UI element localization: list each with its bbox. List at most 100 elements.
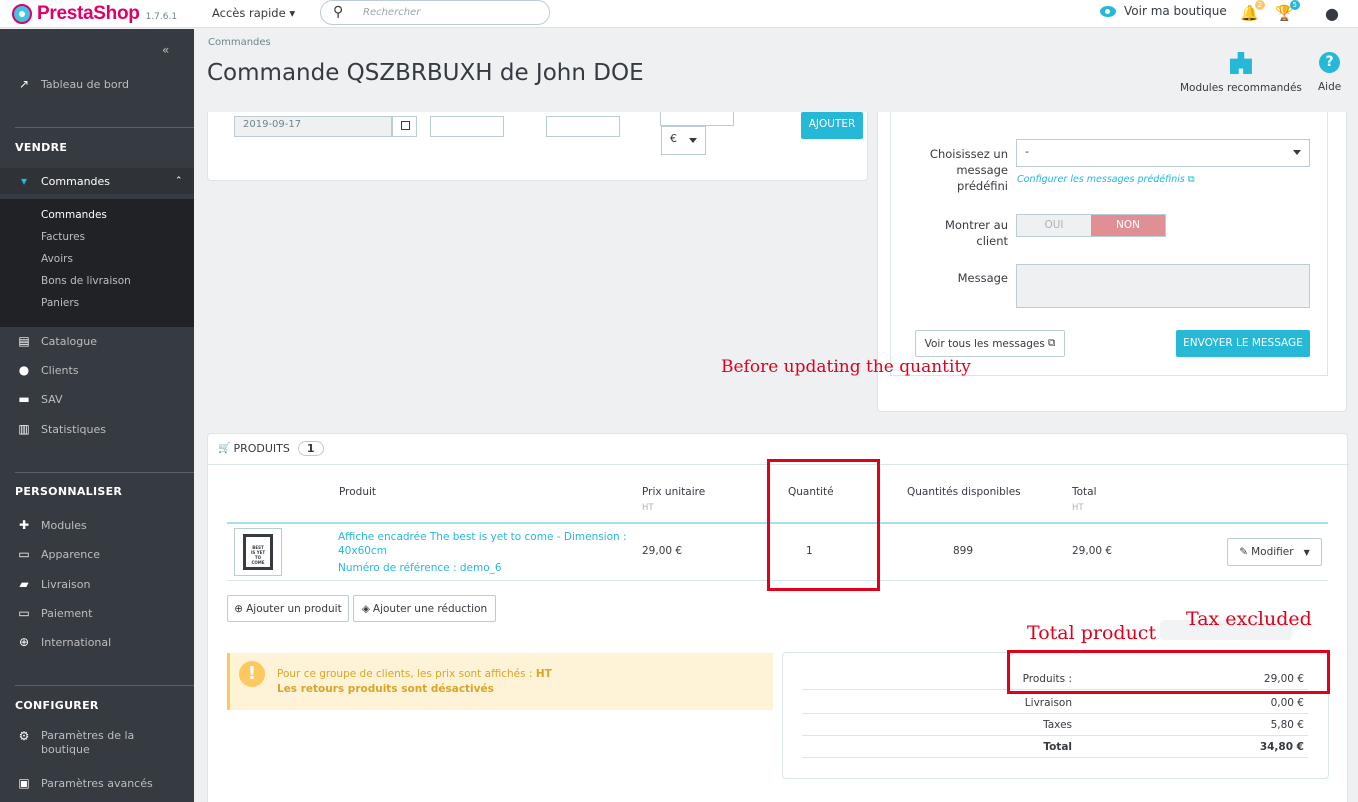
breadcrumb[interactable]: Commandes [208, 37, 271, 48]
view-all-messages-button[interactable]: Voir tous les messages ⧉ [915, 330, 1065, 357]
prestashop-logo[interactable]: PrestaShop 1.7.6.1 [12, 3, 177, 25]
show-client-label: Montrer au client [944, 218, 1008, 248]
sidebar-item-customers[interactable]: ● Clients [0, 357, 194, 383]
sidebar-item-orders[interactable]: ▾ Commandes ⌃ [0, 168, 194, 194]
link-label: Configurer les messages prédéfinis [1017, 174, 1185, 185]
heading-label: PRODUITS [233, 442, 290, 455]
recommended-modules-button[interactable]: Modules recommandés [1180, 52, 1302, 94]
info-alert: ! Pour ce groupe de clients, les prix so… [227, 653, 773, 710]
sub-item-carts[interactable]: Paniers [41, 297, 79, 309]
annotation-total-product: Total product : [1027, 622, 1169, 644]
sidebar-item-shop-params[interactable]: ⚙ Paramètres de la boutique [0, 729, 194, 763]
button-label: Ajouter un produit [246, 602, 342, 615]
toggle-no[interactable]: NON [1091, 215, 1165, 236]
configure-messages-link[interactable]: Configurer les messages prédéfinis ⧉ [1017, 174, 1195, 185]
payment-date-input[interactable]: 2019-09-17 [234, 116, 392, 137]
annotation-before: Before updating the quantity [721, 357, 971, 377]
sub-item-delivery-slips[interactable]: Bons de livraison [41, 275, 131, 287]
sidebar-item-sav[interactable]: ▬ SAV [0, 386, 194, 412]
product-available: 899 [953, 545, 974, 557]
trophy-icon[interactable]: 🏆 5 [1275, 0, 1300, 22]
sidebar-item-modules[interactable]: ✚ Modules [0, 512, 194, 538]
alert-value: HT [535, 668, 552, 680]
sidebar-label: Commandes [41, 174, 111, 188]
sidebar-label: Clients [41, 363, 79, 377]
calendar-button[interactable] [392, 116, 417, 137]
divider [15, 685, 194, 686]
sidebar-label: Paramètres avancés [41, 776, 153, 790]
sidebar-item-dashboard[interactable]: ↗ Tableau de bord [0, 71, 194, 97]
page-title: Commande QSZBRBUXH de John DOE [207, 60, 644, 86]
annotation-tax-excluded: Tax excluded [1186, 608, 1312, 630]
totals-row-total: Total 34,80 € [802, 737, 1308, 758]
sidebar-item-appearance[interactable]: ▭ Apparence [0, 541, 194, 567]
payment-method-input[interactable] [430, 116, 504, 137]
search-input[interactable]: Rechercher [363, 7, 420, 18]
truck-icon: ▰ [19, 577, 29, 591]
bar-chart-icon: ▥ [18, 422, 30, 436]
totals-row-taxes: Taxes 5,80 € [802, 715, 1308, 736]
product-thumbnail[interactable]: BEST IS YET TO COME [234, 528, 282, 576]
help-button[interactable]: ? Aide [1318, 52, 1341, 93]
puzzle-icon: ✚ [18, 518, 30, 532]
orders-submenu: Commandes Factures Avoirs Bons de livrai… [0, 199, 194, 327]
show-client-toggle[interactable]: OUI NON [1016, 214, 1166, 237]
predefined-message-select[interactable]: - [1016, 139, 1310, 167]
totals-value: 0,00 € [1270, 697, 1304, 709]
button-label: Ajouter une réduction [372, 602, 488, 615]
quick-access-dropdown[interactable]: Accès rapide ▾ [212, 6, 295, 20]
add-discount-button[interactable]: ◈ Ajouter une réduction [353, 595, 496, 622]
view-shop-link[interactable]: Voir ma boutique [1100, 4, 1227, 18]
sidebar-item-stats[interactable]: ▥ Statistiques [0, 416, 194, 442]
totals-label: Taxes [1043, 719, 1072, 731]
col-available: Quantités disponibles [907, 486, 1021, 498]
add-product-button[interactable]: ⊕ Ajouter un produit [227, 595, 349, 622]
add-payment-button[interactable]: AJOUTER [801, 112, 863, 139]
section-sell: VENDRE [15, 141, 68, 154]
external-link-icon: ⧉ [1047, 337, 1056, 349]
send-message-button[interactable]: ENVOYER LE MESSAGE [1176, 330, 1310, 357]
sidebar-label: Modules [41, 518, 87, 532]
store-icon: ▤ [18, 334, 30, 348]
sidebar: « ↗ Tableau de bord VENDRE ▾ Commandes ⌃… [0, 29, 194, 802]
sidebar-label: Paramètres de la boutique [41, 729, 135, 756]
brand-name: PrestaShop [37, 3, 140, 24]
globe-icon: ⊕ [18, 635, 30, 649]
sidebar-item-advanced-params[interactable]: ▣ Paramètres avancés [0, 770, 194, 796]
totals-value: 5,80 € [1270, 719, 1304, 731]
sub-item-invoices[interactable]: Factures [41, 231, 85, 243]
notifications-icon[interactable]: 🔔 2 [1240, 0, 1265, 22]
sidebar-item-catalog[interactable]: ▤ Catalogue [0, 328, 194, 354]
collapse-icon[interactable]: « [162, 43, 169, 57]
toggle-yes[interactable]: OUI [1017, 215, 1091, 236]
version: 1.7.6.1 [145, 11, 178, 22]
calendar-icon [401, 121, 410, 130]
view-shop-label: Voir ma boutique [1124, 4, 1227, 18]
totals-row-shipping: Livraison 0,00 € [802, 693, 1308, 714]
edit-product-button[interactable]: ✎ Modifier ▼ [1227, 538, 1322, 566]
sub-item-orders[interactable]: Commandes [41, 209, 107, 221]
sidebar-label: International [41, 635, 112, 649]
section-customize: PERSONNALISER [15, 485, 123, 498]
sidebar-item-payment[interactable]: ▭ Paiement [0, 600, 194, 626]
product-name-link[interactable]: Affiche encadrée The best is yet to come… [338, 530, 628, 558]
amount-input[interactable] [660, 112, 734, 126]
product-reference: Numéro de référence : demo_6 [338, 562, 502, 574]
tool-label: Modules recommandés [1180, 82, 1302, 94]
col-sub: HT [642, 503, 654, 513]
payment-card: 2019-09-17 € AJOUTER [207, 112, 868, 181]
message-textarea[interactable] [1016, 264, 1310, 308]
totals-label: Total [1043, 741, 1072, 753]
sidebar-label: Apparence [41, 547, 101, 561]
search-box[interactable]: ⚲ Rechercher [320, 0, 550, 25]
col-label: Prix unitaire [642, 486, 706, 498]
sub-item-credit-slips[interactable]: Avoirs [41, 253, 73, 265]
sidebar-item-shipping[interactable]: ▰ Livraison [0, 571, 194, 597]
sidebar-item-international[interactable]: ⊕ International [0, 629, 194, 655]
predefined-message-label: Choisissez un message prédéfini [929, 147, 1008, 193]
col-unit-price: Prix unitaire HT [642, 486, 705, 513]
currency-select[interactable]: € [661, 126, 706, 155]
exclamation-icon: ! [239, 661, 265, 687]
transaction-id-input[interactable] [546, 116, 620, 137]
user-icon[interactable]: ● [1325, 4, 1339, 23]
